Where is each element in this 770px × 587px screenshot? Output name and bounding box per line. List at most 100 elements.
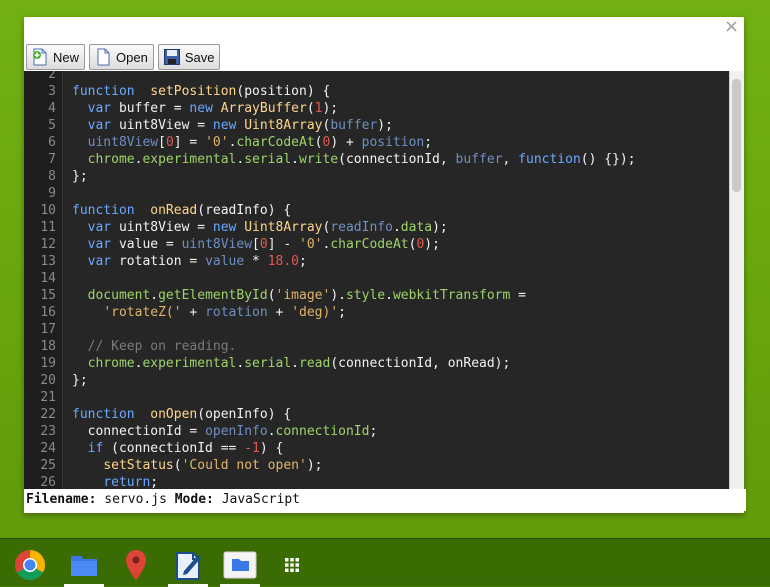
mode-label: Mode: xyxy=(174,492,214,507)
chrome-app[interactable] xyxy=(8,545,52,585)
line-number: 9 xyxy=(48,186,56,201)
code-text: if (connectionId == -1) { xyxy=(87,441,284,456)
line-number: 24 xyxy=(40,441,56,456)
new-button[interactable]: New xyxy=(26,44,86,70)
code-line: 11 var uint8View = new Uint8Array(readIn… xyxy=(24,219,730,236)
code-line: 6 uint8View[0] = '0'.charCodeAt(0) + pos… xyxy=(24,134,730,151)
code-line: 25 setStatus('Could not open'); xyxy=(24,457,730,474)
line-number: 7 xyxy=(48,152,56,167)
line-number: 12 xyxy=(40,237,56,252)
code-line: 10 function onRead(readInfo) { xyxy=(24,202,730,219)
code-editor[interactable]: 2 3 function setPosition(position) {4 var … xyxy=(24,71,744,489)
code-line: 21 xyxy=(24,389,730,406)
code-line: 23 connectionId = openInfo.connectionId; xyxy=(24,423,730,440)
text-editor-app[interactable] xyxy=(166,545,210,587)
files-app[interactable] xyxy=(62,545,106,587)
docs-icon xyxy=(176,552,201,580)
code-text: var rotation = value * 18.0; xyxy=(87,254,307,269)
code-text: var uint8View = new Uint8Array(buffer); xyxy=(87,118,393,133)
code-text: return; xyxy=(103,475,159,489)
code-line: 12 var value = uint8View[0] - '0'.charCo… xyxy=(24,236,730,253)
line-number: 16 xyxy=(40,305,56,320)
close-icon[interactable]: × xyxy=(724,18,739,36)
filename-value: servo.js xyxy=(104,492,167,507)
open-button[interactable]: Open xyxy=(89,44,154,70)
code-line: 17 xyxy=(24,321,730,338)
code-text: uint8View[0] = '0'.charCodeAt(0) + posit… xyxy=(87,135,433,150)
line-number: 21 xyxy=(40,390,56,405)
new-label: New xyxy=(53,49,80,65)
code-line: 13 var rotation = value * 18.0; xyxy=(24,253,730,270)
line-number: 13 xyxy=(40,254,56,269)
save-disk-icon xyxy=(163,49,180,65)
code-editor-window: × New Open Save 2 3 function setPosition… xyxy=(24,17,746,513)
files-icon xyxy=(71,556,97,576)
line-number: 22 xyxy=(40,407,56,422)
files-window-icon xyxy=(223,551,257,579)
shelf xyxy=(0,538,770,587)
code-line: 22 function onOpen(openInfo) { xyxy=(24,406,730,423)
line-number: 18 xyxy=(40,339,56,354)
code-text: var buffer = new ArrayBuffer(1); xyxy=(87,101,339,116)
new-file-icon xyxy=(33,48,47,66)
line-number: 26 xyxy=(40,475,56,489)
code-text: var value = uint8View[0] - '0'.charCodeA… xyxy=(87,237,440,252)
code-text: chrome.experimental.serial.read(connecti… xyxy=(87,356,511,371)
files-window-app[interactable] xyxy=(218,545,262,587)
app-launcher[interactable] xyxy=(270,545,314,585)
app-launcher-icon xyxy=(285,558,299,572)
code-line: 8}; xyxy=(24,168,730,185)
code-line: 14 xyxy=(24,270,730,287)
save-label: Save xyxy=(184,49,215,65)
code-line: 18 // Keep on reading. xyxy=(24,338,730,355)
line-number: 14 xyxy=(40,271,56,286)
line-number: 8 xyxy=(48,169,56,184)
chrome-icon xyxy=(14,550,46,581)
code-line: 2 xyxy=(24,71,730,83)
line-number: 20 xyxy=(40,373,56,388)
scrollbar-thumb[interactable] xyxy=(732,79,741,192)
open-label: Open xyxy=(116,49,148,65)
maps-icon xyxy=(126,550,146,580)
line-number: 17 xyxy=(40,322,56,337)
save-button[interactable]: Save xyxy=(157,44,221,70)
code-line: 19 chrome.experimental.serial.read(conne… xyxy=(24,355,730,372)
code-text: var uint8View = new Uint8Array(readInfo.… xyxy=(87,220,448,235)
line-number: 23 xyxy=(40,424,56,439)
code-line: 7 chrome.experimental.serial.write(conne… xyxy=(24,151,730,168)
code-line: 4 var buffer = new ArrayBuffer(1); xyxy=(24,100,730,117)
code-text: function onRead(readInfo) { xyxy=(72,203,292,218)
code-line: 5 var uint8View = new Uint8Array(buffer)… xyxy=(24,117,730,134)
line-number: 10 xyxy=(40,203,56,218)
line-number: 4 xyxy=(48,101,56,116)
mode-value: JavaScript xyxy=(221,492,300,507)
code-line: 20}; xyxy=(24,372,730,389)
code-text: chrome.experimental.serial.write(connect… xyxy=(87,152,636,167)
line-number: 6 xyxy=(48,135,56,150)
filename-label: Filename: xyxy=(26,492,97,507)
code-text: connectionId = openInfo.connectionId; xyxy=(72,424,378,439)
code-text: // Keep on reading. xyxy=(87,339,237,354)
code-line: 26 return; xyxy=(24,474,730,489)
line-number: 11 xyxy=(40,220,56,235)
code-line: 24 if (connectionId == -1) { xyxy=(24,440,730,457)
code-text: document.getElementById('image').style.w… xyxy=(87,288,526,303)
maps-app[interactable] xyxy=(114,545,158,585)
code-line: 16 'rotateZ(' + rotation + 'deg)'; xyxy=(24,304,730,321)
vertical-scrollbar[interactable] xyxy=(729,71,744,489)
code-text: }; xyxy=(72,373,88,388)
code-text: }; xyxy=(72,169,88,184)
code-text: setStatus('Could not open'); xyxy=(103,458,323,473)
code-text: function setPosition(position) { xyxy=(72,84,331,99)
code-line: 15 document.getElementById('image').styl… xyxy=(24,287,730,304)
code-text: function onOpen(openInfo) { xyxy=(72,407,292,422)
line-number: 15 xyxy=(40,288,56,303)
code-line: 3 function setPosition(position) { xyxy=(24,83,730,100)
toolbar: New Open Save xyxy=(26,44,221,70)
line-number: 2 xyxy=(48,71,56,82)
